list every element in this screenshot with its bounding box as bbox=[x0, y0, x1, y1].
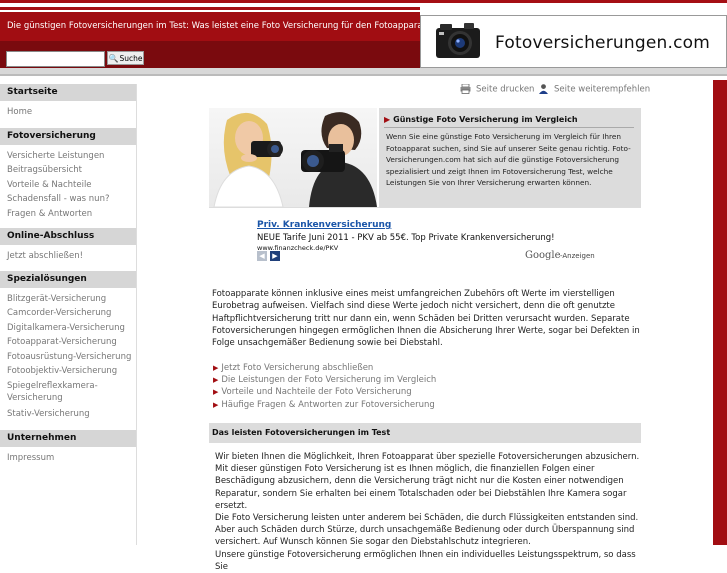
header-divider-shadow bbox=[0, 74, 727, 76]
person-icon bbox=[539, 84, 548, 94]
top-accent-line-2 bbox=[0, 7, 420, 10]
sidebar-item-stativ[interactable]: Stativ-Versicherung bbox=[0, 407, 136, 422]
search-button[interactable]: 🔍 Suche bbox=[107, 51, 144, 65]
sidebar-item-fotoapparat[interactable]: Fotoapparat-Versicherung bbox=[0, 335, 136, 350]
sidebar-item-beitragsuebersicht[interactable]: Beitragsübersicht bbox=[0, 163, 136, 178]
site-logo[interactable]: Fotoversicherungen.com bbox=[420, 15, 727, 68]
intro-title-text: Günstige Foto Versicherung im Vergleich bbox=[393, 115, 578, 124]
triangle-bullet-icon: ▶ bbox=[213, 364, 219, 372]
triangle-bullet-icon: ▶ bbox=[213, 388, 219, 397]
sidebar-section-unternehmen: Unternehmen bbox=[0, 430, 136, 447]
header-tagline: Die günstigen Fotoversicherungen im Test… bbox=[7, 21, 453, 31]
recommend-page-link[interactable]: Seite weiterempfehlen bbox=[538, 84, 650, 95]
search-button-label: Suche bbox=[119, 53, 143, 63]
sidebar-item-camcorder[interactable]: Camcorder-Versicherung bbox=[0, 306, 136, 321]
intro-text: Wenn Sie eine günstige Foto Versicherung… bbox=[386, 132, 631, 187]
sidebar-section-startseite: Startseite bbox=[0, 84, 136, 101]
section-paragraph-1: Wir bieten Ihnen die Möglichkeit, Ihren … bbox=[215, 452, 640, 511]
sidebar-item-home[interactable]: Home bbox=[0, 105, 136, 120]
main-paragraph: Fotoapparate können inklusive eines meis… bbox=[212, 289, 640, 349]
triangle-bullet-icon: ▶ bbox=[384, 115, 391, 124]
triangle-bullet-icon: ▶ bbox=[213, 400, 219, 409]
printer-icon bbox=[460, 84, 471, 94]
sidebar-separator bbox=[136, 84, 137, 545]
recommend-page-label: Seite weiterempfehlen bbox=[554, 84, 651, 95]
link-label: Vorteile und Nachteile der Foto Versiche… bbox=[221, 387, 412, 398]
sidebar-nav: Startseite Home Fotoversicherung Versich… bbox=[0, 84, 136, 466]
header-tagline-bar: Die günstigen Fotoversicherungen im Test… bbox=[0, 12, 452, 41]
sidebar-section-online-abschluss: Online-Abschluss bbox=[0, 228, 136, 245]
sidebar-section-spezialloesungen: Spezialösungen bbox=[0, 270, 136, 288]
section-paragraph-2: Die Foto Versicherung leisten unter ande… bbox=[215, 513, 639, 548]
ad-next-icon[interactable]: ▶ bbox=[270, 251, 280, 261]
ad-prev-icon[interactable]: ◀ bbox=[257, 251, 267, 261]
sidebar-item-impressum[interactable]: Impressum bbox=[0, 451, 136, 466]
hero-photo bbox=[209, 108, 377, 207]
google-logo: Google bbox=[525, 250, 561, 261]
sidebar-item-digitalkamera[interactable]: Digitalkamera-Versicherung bbox=[0, 321, 136, 336]
section-paragraph-3: Unsere günstige Fotoversicherung ermögli… bbox=[215, 549, 636, 572]
intro-title: ▶ Günstige Foto Versicherung im Vergleich bbox=[384, 115, 578, 124]
section-title: Das leisten Fotoversicherungen im Test bbox=[212, 428, 391, 437]
link-vorteile[interactable]: ▶ Vorteile und Nachteile der Foto Versich… bbox=[213, 386, 436, 398]
section-body: Wir bieten Ihnen die Möglichkeit, Ihren … bbox=[215, 451, 640, 573]
link-label: Die Leistungen der Foto Versicherung im … bbox=[221, 375, 437, 386]
right-accent-strip bbox=[713, 80, 727, 545]
link-label: Häufige Fragen & Antworten zur Fotoversi… bbox=[221, 399, 435, 410]
sidebar-item-blitzgeraet[interactable]: Blitzgerät-Versicherung bbox=[0, 292, 136, 307]
intro-divider bbox=[384, 127, 634, 128]
link-fragen[interactable]: ▶ Häufige Fragen & Antworten zur Fotovers… bbox=[213, 399, 436, 411]
sidebar-item-fotoobjektiv[interactable]: Fotoobjektiv-Versicherung bbox=[0, 364, 136, 379]
camera-logo-icon bbox=[436, 23, 480, 58]
print-page-link[interactable]: Seite drucken bbox=[460, 84, 534, 95]
print-page-label: Seite drucken bbox=[476, 84, 535, 95]
triangle-bullet-icon: ▶ bbox=[213, 376, 219, 385]
link-label: Jetzt Foto Versicherung abschließen bbox=[221, 363, 374, 373]
sidebar-item-fotoausruestung[interactable]: Fotoausrüstung-Versicherung bbox=[0, 350, 136, 365]
sidebar-item-vorteile-nachteile[interactable]: Vorteile & Nachteile bbox=[0, 178, 136, 193]
sidebar-item-spiegelreflexkamera[interactable]: Spiegelreflexkamera-Versicherung bbox=[0, 379, 107, 407]
link-leistungen[interactable]: ▶ Die Leistungen der Foto Versicherung im… bbox=[213, 374, 436, 386]
ad-text: NEUE Tarife Juni 2011 - PKV ab 55€. Top … bbox=[257, 233, 555, 243]
sidebar-item-jetzt-abschliessen[interactable]: Jetzt abschließen! bbox=[0, 249, 136, 264]
intro-box: ▶ Günstige Foto Versicherung im Vergleich… bbox=[379, 108, 641, 207]
search-icon: 🔍 bbox=[108, 53, 119, 63]
link-abschliessen[interactable]: ▶ Jetzt Foto Versicherung abschließen bbox=[213, 362, 436, 374]
sidebar-item-fragen-antworten[interactable]: Fragen & Antworten bbox=[0, 207, 136, 222]
search-input[interactable] bbox=[6, 51, 105, 67]
top-accent-line bbox=[0, 0, 727, 3]
section-header: Das leisten Fotoversicherungen im Test bbox=[209, 423, 641, 443]
ad-title-link[interactable]: Priv. Krankenversicherung bbox=[257, 220, 391, 230]
ad-label[interactable]: -Anzeigen bbox=[560, 252, 595, 260]
sidebar-item-versicherte-leistungen[interactable]: Versicherte Leistungen bbox=[0, 149, 136, 164]
sidebar-section-fotoversicherung: Fotoversicherung bbox=[0, 127, 136, 145]
photographers-illustration bbox=[213, 112, 377, 207]
logo-text: Fotoversicherungen.com bbox=[495, 33, 710, 53]
sidebar-item-schadensfall[interactable]: Schadensfall - was nun? bbox=[0, 192, 136, 207]
main-links: ▶ Jetzt Foto Versicherung abschließen ▶ Di… bbox=[213, 362, 436, 411]
